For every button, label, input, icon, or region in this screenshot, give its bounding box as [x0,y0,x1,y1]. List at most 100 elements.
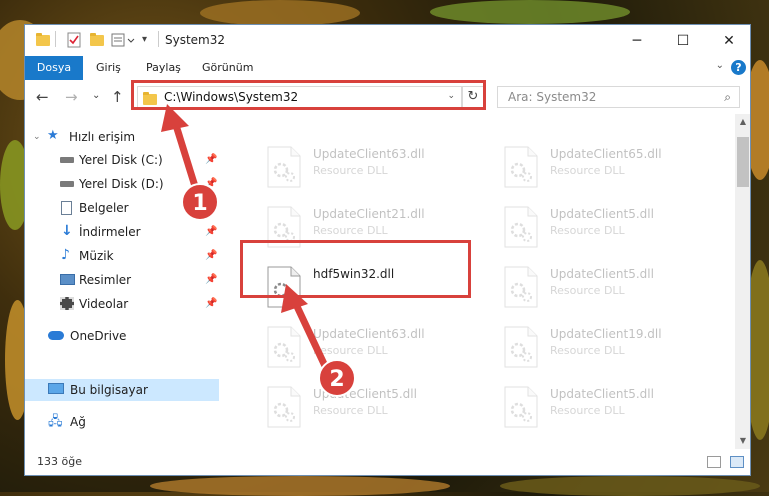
details-view-icon[interactable] [707,456,721,468]
status-bar: 133 öğe [25,449,750,475]
tab-file[interactable]: Dosya [25,56,83,80]
large-icons-view-icon[interactable] [730,456,744,468]
dll-file-icon [504,146,538,188]
scroll-down-icon[interactable]: ▼ [735,433,750,449]
sidebar-item-label: Bu bilgisayar [70,383,148,397]
back-button[interactable]: ← [36,88,49,106]
file-name: UpdateClient5.dll [313,387,417,401]
sidebar-item-label: İndirmeler [79,225,141,239]
file-type: Resource DLL [550,164,625,177]
file-type: Resource DLL [313,224,388,237]
dll-file-icon [504,206,538,248]
sidebar-item-label: Resimler [79,273,132,287]
sidebar-item-label: Yerel Disk (C:) [79,153,163,167]
sidebar-item-documents[interactable]: Belgeler 📌 [25,197,219,219]
forward-button[interactable]: → [65,88,78,106]
pin-icon[interactable]: 📌 [205,221,217,243]
dll-file-icon [504,326,538,368]
cloud-icon [48,331,64,340]
video-icon [60,297,74,310]
sidebar-item-label: Ağ [70,415,86,429]
scrollbar-thumb[interactable] [737,137,749,187]
scroll-up-icon[interactable]: ▲ [735,114,750,130]
sidebar-item-network[interactable]: 🖧 Ağ [25,411,219,433]
star-icon: ★ [47,128,59,143]
dll-file-icon [267,146,301,188]
search-icon: ⌕ [724,90,731,104]
file-item[interactable]: UpdateClient5.dll Resource DLL [504,384,724,434]
tab-view[interactable]: Görünüm [192,56,263,80]
sidebar-item-label: Yerel Disk (D:) [79,177,164,191]
file-type: Resource DLL [313,404,388,417]
sidebar-item-label: Videolar [79,297,129,311]
pin-icon[interactable]: 📌 [205,269,217,291]
file-type: Resource DLL [550,224,625,237]
help-icon[interactable]: ? [731,60,746,75]
properties-icon[interactable] [67,32,81,48]
dll-file-icon [504,386,538,428]
file-item[interactable]: UpdateClient5.dll Resource DLL [267,384,487,434]
sidebar-item-label: Müzik [79,249,114,263]
file-item[interactable]: UpdateClient5.dll Resource DLL [504,204,724,254]
pin-icon[interactable]: 📌 [205,149,217,171]
file-name: UpdateClient65.dll [550,147,662,161]
tab-share[interactable]: Paylaş [136,56,191,80]
tab-home[interactable]: Giriş [86,56,131,80]
maximize-button[interactable]: ☐ [660,25,706,56]
search-input[interactable]: Ara: System32 ⌕ [497,86,740,108]
file-type: Resource DLL [550,404,625,417]
minimize-button[interactable]: ─ [614,25,660,56]
file-item[interactable]: UpdateClient19.dll Resource DLL [504,324,724,374]
sidebar-item-label: Belgeler [79,201,129,215]
close-button[interactable]: ✕ [706,25,750,56]
chevron-down-icon[interactable]: ⌄ [33,126,41,148]
file-type: Resource DLL [313,344,388,357]
computer-icon [48,383,64,394]
sidebar-item-videos[interactable]: Videolar 📌 [25,293,219,315]
file-item[interactable]: UpdateClient5.dll Resource DLL [504,264,724,314]
vertical-scrollbar[interactable]: ▲ ▼ [735,114,750,449]
sidebar-item-local-disk-c[interactable]: Yerel Disk (C:) 📌 [25,149,219,171]
pin-icon[interactable]: 📌 [205,293,217,315]
item-count: 133 öğe [37,455,82,468]
address-bar-highlight [131,80,486,110]
file-highlight [240,240,471,298]
pin-icon[interactable]: 📌 [205,197,217,219]
sidebar-item-downloads[interactable]: ↓ İndirmeler 📌 [25,221,219,243]
dll-file-icon [504,266,538,308]
sidebar-item-quick-access[interactable]: ⌄ ★ Hızlı erişim [25,126,219,148]
search-placeholder: Ara: System32 [508,90,597,104]
customize-quick-access-icon[interactable] [111,32,139,48]
sidebar-item-music[interactable]: ♪ Müzik 📌 [25,245,219,267]
pin-icon[interactable]: 📌 [205,173,217,195]
file-item[interactable]: UpdateClient63.dll Resource DLL [267,144,487,194]
separator [55,31,56,47]
navigation-pane: ⌄ ★ Hızlı erişim Yerel Disk (C:) 📌 Yerel… [25,114,219,449]
file-name: UpdateClient63.dll [313,147,425,161]
file-type: Resource DLL [313,164,388,177]
window-title: System32 [165,33,226,47]
music-icon: ♪ [61,247,70,263]
sidebar-item-label: Hızlı erişim [69,130,136,144]
quick-access-toolbar-dropdown[interactable]: ▾ [142,34,147,50]
file-item[interactable]: UpdateClient65.dll Resource DLL [504,144,724,194]
dll-file-icon [267,386,301,428]
drive-icon [60,157,74,163]
up-button[interactable]: ↑ [111,88,124,106]
file-name: UpdateClient5.dll [550,207,654,221]
file-name: UpdateClient63.dll [313,327,425,341]
expand-ribbon-icon[interactable]: ⌄ [716,60,724,71]
pictures-icon [60,274,75,285]
sidebar-item-onedrive[interactable]: OneDrive [25,325,219,347]
sidebar-item-pictures[interactable]: Resimler 📌 [25,269,219,291]
file-name: UpdateClient19.dll [550,327,662,341]
sidebar-item-local-disk-d[interactable]: Yerel Disk (D:) 📌 [25,173,219,195]
file-name: UpdateClient5.dll [550,387,654,401]
file-name: UpdateClient21.dll [313,207,425,221]
ribbon-tabs: Dosya Giriş Paylaş Görünüm ⌄ ? [25,56,750,81]
file-item[interactable]: UpdateClient63.dll Resource DLL [267,324,487,374]
pin-icon[interactable]: 📌 [205,245,217,267]
recent-locations-button[interactable]: ⌄ [92,90,100,101]
download-icon: ↓ [61,223,73,239]
sidebar-item-this-pc[interactable]: Bu bilgisayar [25,379,219,401]
